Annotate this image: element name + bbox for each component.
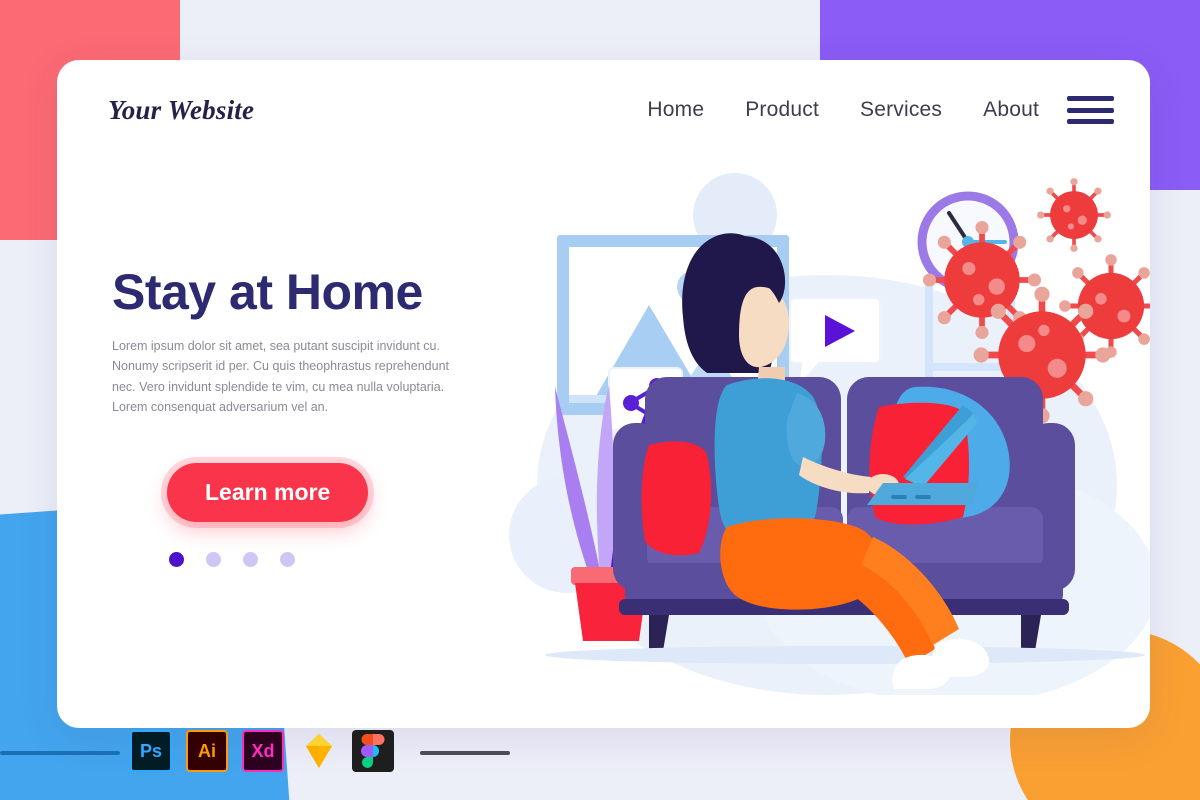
sketch-icon[interactable] [298,730,340,772]
hero-content: Stay at Home Lorem ipsum dolor sit amet,… [112,265,512,567]
nav-item-services[interactable]: Services [860,98,942,122]
carousel-dot-3[interactable] [243,552,258,567]
site-logo[interactable]: Your Website [108,95,254,126]
nav-item-home[interactable]: Home [647,98,704,122]
virus-particle [1037,178,1111,252]
left-red-pillow [641,441,712,556]
carousel-dot-2[interactable] [206,552,221,567]
nav-item-about[interactable]: About [983,98,1039,122]
design-tool-icons: Ps Ai Xd [0,724,1200,780]
decorative-line-right [420,751,510,755]
carousel-dot-4[interactable] [280,552,295,567]
hamburger-bar [1067,107,1114,113]
hero-illustration [497,155,1150,695]
learn-more-button[interactable]: Learn more [167,463,369,522]
xd-icon[interactable]: Xd [242,730,284,772]
carousel-dot-1[interactable] [169,552,184,567]
page-title: Stay at Home [112,264,423,320]
main-navigation: Home Product Services About [647,98,1039,122]
hamburger-icon[interactable] [1067,96,1114,124]
figma-icon[interactable] [352,730,394,772]
nav-item-product[interactable]: Product [745,98,819,122]
decorative-line-left [0,751,120,755]
hero-paragraph: Lorem ipsum dolor sit amet, sea putant s… [112,339,449,414]
hamburger-bar [1067,119,1114,124]
carousel-dots [169,552,512,567]
illustrator-icon[interactable]: Ai [186,730,228,772]
hamburger-bar [1067,96,1114,101]
site-header: Your Website Home Product Services About [57,60,1150,160]
landing-page-card: Your Website Home Product Services About… [57,60,1150,728]
photoshop-icon[interactable]: Ps [130,730,172,772]
